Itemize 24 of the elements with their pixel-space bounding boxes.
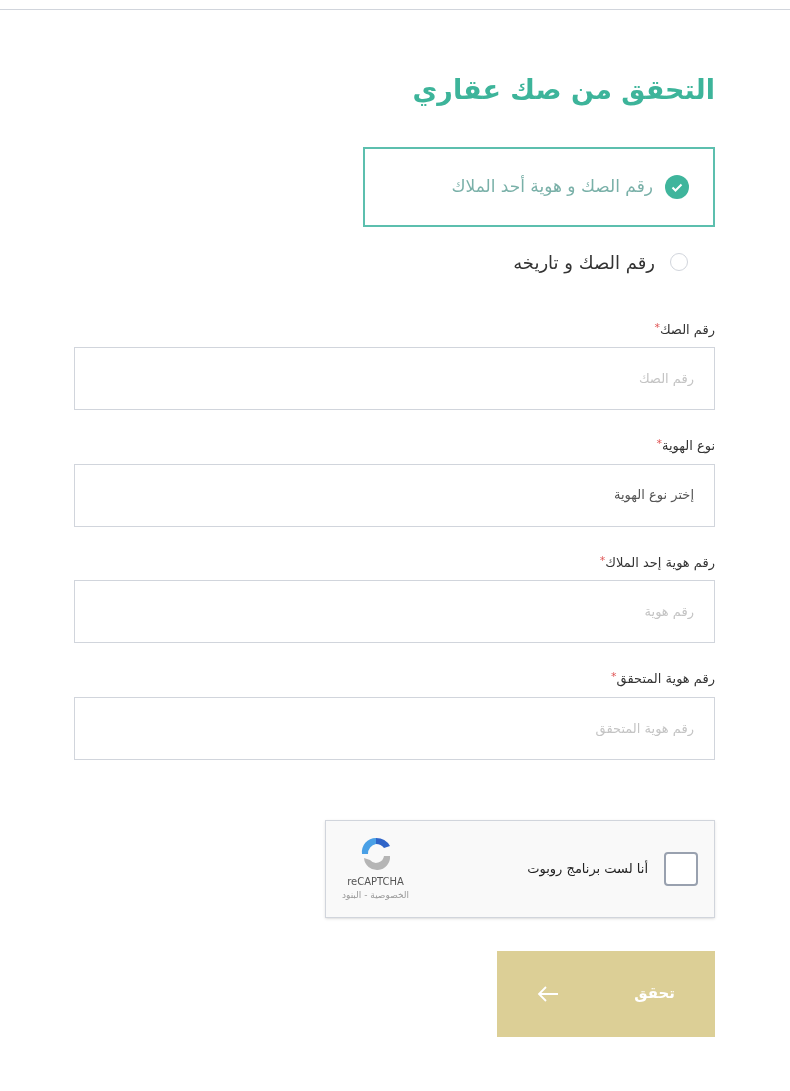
field-label: نوع الهوية — [661, 437, 715, 456]
captcha-brand: reCAPTCHA — [347, 875, 404, 890]
required-mark: * — [656, 436, 662, 450]
submit-button[interactable]: تحقق — [497, 950, 715, 1037]
captcha-links[interactable]: الخصوصية - البنود — [342, 889, 409, 903]
required-mark: * — [611, 669, 617, 685]
required-mark: * — [654, 319, 660, 336]
input-field[interactable]: رقم هوية — [74, 580, 715, 643]
field-label: رقم هوية المتحقق — [616, 670, 715, 689]
field-label: رقم هوية إحد الملاك — [605, 553, 715, 572]
input-field[interactable]: رقم الصك — [74, 347, 715, 410]
captcha-label: أنا لست برنامج روبوت — [527, 859, 648, 879]
radio-option[interactable]: رقم الصك و تاريخه — [363, 248, 715, 276]
required-mark: * — [599, 552, 606, 569]
select-field[interactable]: إختر نوع الهوية — [74, 463, 715, 527]
captcha-checkbox[interactable] — [664, 851, 698, 886]
arrow-left-icon — [537, 984, 559, 1003]
check-icon — [665, 174, 689, 199]
option-label: رقم الصك و هوية أحد الملاك — [451, 174, 653, 198]
option-label: رقم الصك و تاريخه — [513, 250, 655, 276]
radio-option[interactable]: رقم الصك و هوية أحد الملاك — [363, 146, 715, 227]
input-field[interactable]: رقم هوية المتحقق — [74, 696, 715, 760]
page-title: التحقق من صك عقاري — [412, 73, 715, 108]
field-label: رقم الصك — [659, 320, 715, 339]
